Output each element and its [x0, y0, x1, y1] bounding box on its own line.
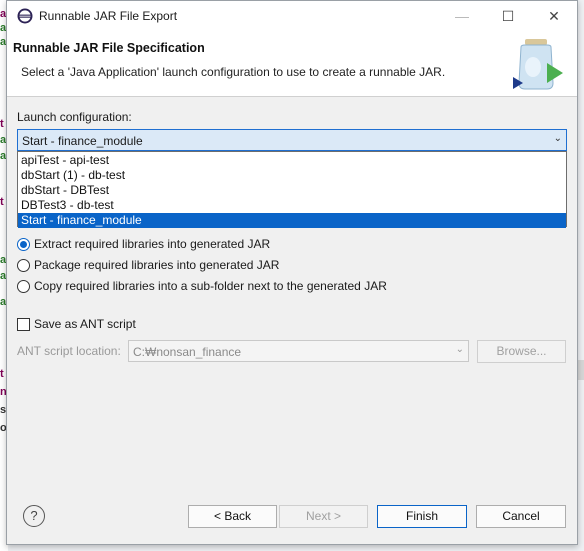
dropdown-option[interactable]: dbStart (1) - db-test	[18, 168, 566, 183]
launch-config-dropdown: apiTest - api-test dbStart (1) - db-test…	[17, 151, 567, 228]
wizard-content: Launch configuration: Start - finance_mo…	[7, 98, 577, 544]
close-button[interactable]: ✕	[531, 1, 577, 31]
launch-config-label: Launch configuration:	[17, 110, 132, 124]
next-button: Next >	[279, 505, 368, 528]
radio-button[interactable]	[17, 279, 30, 293]
browse-button: Browse...	[477, 340, 566, 363]
dropdown-option[interactable]: DBTest3 - db-test	[18, 198, 566, 213]
radio-copy-libraries[interactable]: Copy required libraries into a sub-folde…	[17, 279, 387, 293]
back-button[interactable]: < Back	[188, 505, 277, 528]
export-dialog: Runnable JAR File Export — ☐ ✕ Runnable …	[6, 0, 578, 545]
ant-location-combo: C:₩nonsan_finance ⌄	[128, 340, 469, 362]
radio-package-libraries[interactable]: Package required libraries into generate…	[17, 258, 279, 272]
radio-label: Copy required libraries into a sub-folde…	[34, 279, 387, 293]
chevron-down-icon: ⌄	[553, 133, 562, 144]
save-ant-checkbox[interactable]	[17, 317, 30, 331]
launch-config-combo[interactable]: Start - finance_module ⌄	[17, 129, 567, 151]
wizard-header: Runnable JAR File Specification Select a…	[7, 31, 577, 97]
radio-label: Package required libraries into generate…	[34, 258, 280, 272]
radio-button[interactable]	[17, 258, 30, 272]
radio-label: Extract required libraries into generate…	[34, 237, 271, 251]
chevron-down-icon: ⌄	[455, 344, 464, 355]
ant-location-value: C:₩nonsan_finance	[133, 345, 242, 359]
launch-config-value: Start - finance_module	[22, 134, 143, 148]
help-icon[interactable]: ?	[23, 505, 45, 527]
radio-button[interactable]	[17, 237, 30, 251]
eclipse-icon	[17, 8, 33, 24]
dropdown-option-selected[interactable]: Start - finance_module	[18, 213, 566, 228]
title-bar[interactable]: Runnable JAR File Export — ☐ ✕	[7, 1, 577, 31]
radio-extract-libraries[interactable]: Extract required libraries into generate…	[17, 237, 270, 251]
dropdown-option[interactable]: apiTest - api-test	[18, 153, 566, 168]
save-ant-label: Save as ANT script	[34, 317, 136, 331]
finish-button[interactable]: Finish	[377, 505, 467, 528]
save-ant-checkbox-row[interactable]: Save as ANT script	[17, 317, 136, 331]
window-title: Runnable JAR File Export	[39, 9, 178, 23]
page-title: Runnable JAR File Specification	[13, 41, 205, 55]
cancel-button[interactable]: Cancel	[476, 505, 566, 528]
minimize-button[interactable]: —	[439, 1, 485, 31]
jar-export-icon	[513, 39, 563, 90]
page-description: Select a 'Java Application' launch confi…	[21, 65, 446, 79]
ant-location-label: ANT script location:	[17, 344, 121, 358]
maximize-button[interactable]: ☐	[485, 1, 531, 31]
dropdown-option[interactable]: dbStart - DBTest	[18, 183, 566, 198]
